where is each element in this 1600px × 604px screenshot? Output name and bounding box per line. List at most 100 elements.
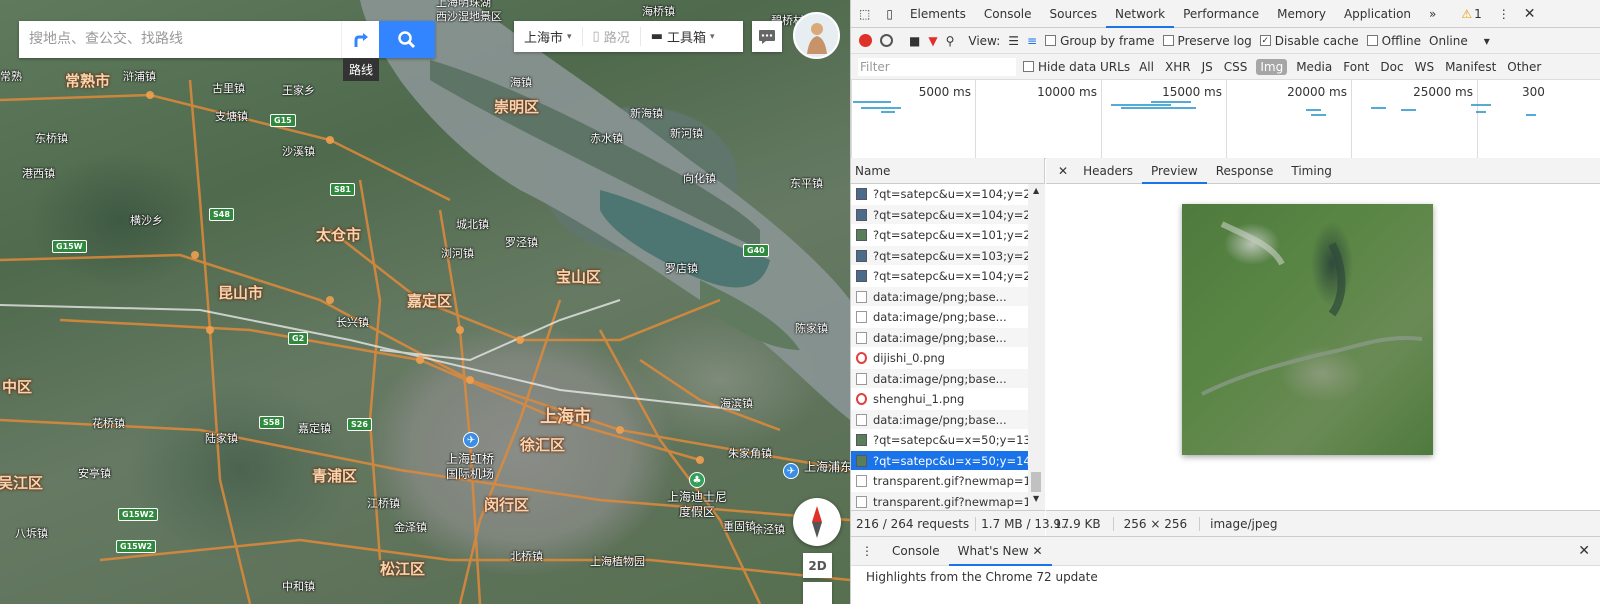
tab-preview[interactable]: Preview (1142, 158, 1207, 184)
filter-input[interactable]: Filter (858, 57, 1016, 76)
place-label[interactable]: 上海明珠湖 (436, 0, 491, 10)
tab-application[interactable]: Application (1335, 0, 1420, 28)
filter-ws[interactable]: WS (1413, 59, 1436, 75)
network-overview[interactable]: 5000 ms 10000 ms 15000 ms 20000 ms 25000… (851, 80, 1600, 159)
city-label[interactable]: 上海市 (540, 402, 591, 427)
message-button[interactable] (752, 21, 782, 52)
scrollbar-thumb[interactable] (1031, 472, 1041, 492)
place-label[interactable]: 海镇 (510, 74, 532, 90)
filter-css[interactable]: CSS (1222, 59, 1250, 75)
request-row[interactable]: dijishi_0.png (851, 348, 1028, 369)
close-drawer-icon[interactable]: ✕ (1578, 543, 1590, 559)
city-label[interactable]: 闵行区 (484, 494, 529, 515)
city-label[interactable]: 太仓市 (316, 224, 361, 245)
tab-memory[interactable]: Memory (1268, 0, 1335, 28)
place-label[interactable]: 东桥镇 (35, 130, 68, 146)
place-label[interactable]: 上海植物园 (590, 553, 645, 569)
place-label[interactable]: 长兴镇 (336, 314, 369, 330)
drawer-tab-console[interactable]: Console (883, 536, 949, 566)
filter-doc[interactable]: Doc (1378, 59, 1405, 75)
scroll-up-icon[interactable]: ▲ (1033, 186, 1039, 195)
city-label[interactable]: 中区 (2, 376, 32, 397)
search-input[interactable]: 搜地点、查公交、找路线 (19, 21, 341, 58)
place-label[interactable]: 金泽镇 (394, 519, 427, 535)
drawer-menu-icon[interactable]: ⋮ (851, 544, 883, 558)
request-row[interactable]: data:image/png;base... (851, 307, 1028, 328)
place-label[interactable]: 江桥镇 (367, 495, 400, 511)
toolbox-menu[interactable]: ▬ 工具箱 ▾ (641, 27, 725, 46)
request-row-selected[interactable]: ?qt=satepc&u=x=50;y=14;z= (851, 450, 1028, 471)
chevron-down-icon[interactable]: ▾ (1484, 34, 1490, 48)
request-row[interactable]: ?qt=satepc&u=x=104;y=26;z... (851, 184, 1028, 205)
route-button[interactable] (341, 21, 379, 58)
place-label[interactable]: 王家乡 (282, 82, 315, 98)
request-row[interactable]: transparent.gif?newmap=1&c (851, 491, 1028, 512)
waterfall-view-icon[interactable]: ≡ (1027, 34, 1037, 48)
place-label[interactable]: 陆家镇 (205, 430, 238, 446)
tab-performance[interactable]: Performance (1174, 0, 1268, 28)
place-label[interactable]: 城北镇 (456, 216, 489, 232)
place-label[interactable]: 朱家角镇 (728, 445, 772, 461)
place-label[interactable]: 徐泾镇 (752, 521, 785, 537)
more-tabs-button[interactable]: » (1420, 0, 1445, 28)
filter-other[interactable]: Other (1505, 59, 1543, 75)
place-label[interactable]: 北桥镇 (510, 548, 543, 564)
place-label[interactable]: 常熟 (0, 68, 22, 84)
city-label[interactable]: 徐汇区 (520, 434, 565, 455)
place-label[interactable]: 西沙湿地景区 (436, 8, 502, 24)
request-row[interactable]: data:image/png;base... (851, 409, 1028, 430)
request-row[interactable]: data:image/png;base... (851, 368, 1028, 389)
filter-media[interactable]: Media (1294, 59, 1334, 75)
name-column-header[interactable]: Name (851, 158, 1044, 184)
hide-data-urls-checkbox[interactable]: Hide data URLs (1023, 60, 1130, 74)
drawer-tab-whats-new[interactable]: What's New ✕ (948, 536, 1052, 566)
request-row[interactable]: data:image/png;base... (851, 286, 1028, 307)
place-label[interactable]: 浏河镇 (441, 245, 474, 261)
filter-xhr[interactable]: XHR (1163, 59, 1193, 75)
city-selector[interactable]: 上海市 ▾ (514, 27, 583, 46)
scrollbar[interactable] (1028, 184, 1045, 510)
tab-headers[interactable]: Headers (1074, 158, 1142, 184)
place-label[interactable]: 嘉定镇 (298, 420, 331, 436)
avatar[interactable] (793, 12, 840, 59)
place-label[interactable]: 新河镇 (670, 125, 703, 141)
filter-icon[interactable]: ▼ (928, 34, 937, 48)
tab-network[interactable]: Network (1106, 0, 1175, 28)
place-label[interactable]: 安亭镇 (78, 465, 111, 481)
request-row[interactable]: ?qt=satepc&u=x=101;y=29;z... (851, 225, 1028, 246)
place-label[interactable]: 罗泾镇 (505, 234, 538, 250)
city-label[interactable]: 松江区 (380, 558, 425, 579)
place-label[interactable]: 上海虹桥国际机场 (446, 452, 502, 482)
place-label[interactable]: 花桥镇 (92, 415, 125, 431)
request-row[interactable]: ?qt=satepc&u=x=103;y=29;z... (851, 245, 1028, 266)
warning-icon[interactable]: ⚠ (1461, 7, 1472, 21)
place-label[interactable]: 海桥镇 (642, 3, 675, 19)
place-label[interactable]: 港西镇 (22, 165, 55, 181)
place-label[interactable]: 古里镇 (212, 80, 245, 96)
park-icon[interactable]: ♣ (689, 472, 705, 488)
place-label[interactable]: 罗店镇 (665, 260, 698, 276)
airport-icon[interactable]: ✈ (783, 463, 799, 479)
request-row[interactable]: data:image/png;base... (851, 327, 1028, 348)
place-label[interactable]: 陈家镇 (795, 320, 828, 336)
close-icon[interactable]: ✕ (1524, 6, 1536, 22)
place-label[interactable]: 海滨镇 (720, 395, 753, 411)
close-icon[interactable]: ✕ (1052, 164, 1074, 178)
menu-icon[interactable]: ⋮ (1498, 7, 1510, 21)
filter-font[interactable]: Font (1341, 59, 1371, 75)
place-label[interactable]: 浒浦镇 (123, 68, 156, 84)
place-label[interactable]: 新海镇 (630, 105, 663, 121)
city-label[interactable]: 常熟市 (65, 70, 110, 91)
locate-button[interactable] (803, 582, 832, 604)
request-row[interactable]: ?qt=satepc&u=x=104;y=29;z... (851, 266, 1028, 287)
scroll-down-icon[interactable]: ▼ (1033, 494, 1039, 503)
filter-js[interactable]: JS (1200, 59, 1215, 75)
2d-toggle-button[interactable]: 2D (803, 553, 832, 578)
city-label[interactable]: 青浦区 (312, 465, 357, 486)
city-label[interactable]: 崇明区 (494, 96, 539, 117)
inspect-icon[interactable]: ⬚ (851, 7, 878, 21)
preserve-log-checkbox[interactable]: Preserve log (1162, 34, 1252, 48)
city-label[interactable]: 嘉定区 (407, 290, 452, 311)
search-button[interactable] (379, 21, 435, 58)
camera-icon[interactable]: ■ (909, 34, 920, 48)
